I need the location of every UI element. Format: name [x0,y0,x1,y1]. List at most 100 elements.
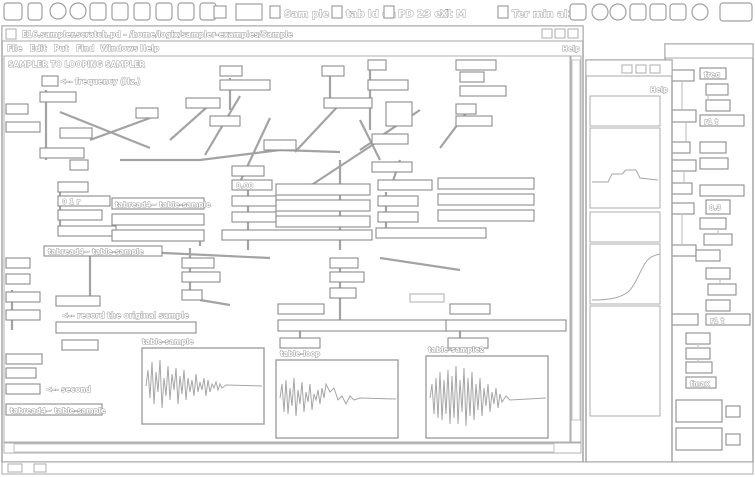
object-box[interactable] [69,159,89,171]
minimize-icon[interactable] [621,64,633,74]
object-box[interactable] [57,209,103,221]
close-icon[interactable] [567,28,579,39]
object-box[interactable] [703,233,733,246]
toggle-box[interactable] [725,433,741,446]
array-panel[interactable] [589,211,661,243]
number-box[interactable] [219,65,243,77]
number-box[interactable] [685,347,711,360]
toggle-box[interactable] [725,405,741,418]
object-box[interactable] [675,399,723,423]
object-box[interactable] [437,209,535,222]
scroll-thumb[interactable] [13,443,555,453]
object-box[interactable] [57,225,117,237]
taskbar-item-sampler[interactable]: Sam ple r [269,5,338,20]
object-box[interactable] [5,367,37,379]
object-box[interactable] [111,229,205,242]
tray-update-icon[interactable] [691,3,709,21]
object-box[interactable] [685,361,713,374]
tray-clock-icon[interactable] [669,3,687,21]
app-menu-icon[interactable] [3,2,23,21]
number-box[interactable] [459,71,485,83]
object-box[interactable] [455,115,493,127]
message-box[interactable] [59,127,93,139]
object-box[interactable] [5,103,29,115]
message-box[interactable] [55,295,101,307]
object-box[interactable] [675,427,723,451]
object-box[interactable] [669,244,697,257]
object-box[interactable] [329,271,365,283]
number-box[interactable] [5,291,41,303]
object-box[interactable] [437,177,535,190]
object-box[interactable] [181,271,221,283]
editor-icon[interactable] [111,2,129,21]
window-list-button[interactable] [7,463,23,473]
object-box[interactable] [377,211,419,223]
menu-find[interactable]: Find [76,44,95,54]
menu-file[interactable]: File [7,44,23,54]
object-box[interactable] [5,309,41,321]
object-box[interactable] [455,59,497,71]
object-box[interactable] [695,249,721,262]
number-box[interactable] [669,141,691,154]
object-box[interactable] [699,217,727,230]
array-panel[interactable] [589,305,661,417]
help-corner[interactable]: Help [562,45,581,54]
workspace-1-button[interactable] [213,5,227,19]
menu-edit[interactable]: Edit [30,44,48,54]
object-box[interactable] [375,227,487,239]
object-box[interactable] [275,183,371,196]
object-box[interactable] [61,339,99,351]
array-panel[interactable] [589,95,661,127]
object-box[interactable] [5,383,41,395]
audio-icon[interactable] [177,2,195,21]
object-box[interactable] [231,211,277,223]
object-box[interactable] [279,337,321,349]
object-box[interactable] [371,133,409,145]
mixer-icon[interactable] [155,2,173,21]
settings-icon[interactable] [133,2,151,21]
close-icon[interactable] [649,64,661,74]
maximize-icon[interactable] [635,64,647,74]
number-box[interactable] [669,69,695,82]
window-list-button[interactable] [33,463,47,473]
array-panel[interactable] [589,127,661,209]
object-box[interactable] [5,121,41,133]
files-icon[interactable] [89,2,107,21]
number-box[interactable] [185,97,221,109]
number-box[interactable] [367,59,387,71]
object-box[interactable] [707,283,737,296]
minimize-icon[interactable] [541,28,553,39]
object-box[interactable] [5,353,43,365]
object-box[interactable] [277,319,449,332]
number-box[interactable] [41,75,59,87]
maximize-icon[interactable] [554,28,566,39]
object-box[interactable] [671,109,697,123]
tray-network-icon[interactable] [591,3,609,21]
browser-icon[interactable] [69,2,87,20]
object-box[interactable] [231,165,265,177]
object-box[interactable] [437,193,535,206]
object-box[interactable] [39,147,85,159]
object-box[interactable] [181,289,203,301]
object-box[interactable] [323,97,373,109]
object-box[interactable] [377,195,419,207]
object-box[interactable] [181,257,215,269]
object-box[interactable] [699,141,727,154]
menu-put[interactable]: Put [54,44,70,54]
object-box[interactable] [445,319,567,332]
object-box[interactable] [449,303,491,315]
object-box[interactable] [367,79,409,91]
number-box[interactable] [671,182,693,195]
object-box[interactable] [275,215,371,228]
message-box[interactable] [263,139,297,151]
number-box[interactable] [321,65,345,77]
object-box[interactable] [5,257,31,269]
menu-help[interactable]: Help [140,44,161,54]
tray-disk-icon[interactable] [569,3,587,21]
object-box[interactable] [329,287,357,299]
object-box[interactable] [705,83,729,96]
object-box[interactable] [111,213,205,226]
object-box[interactable] [671,313,699,326]
menu-windows[interactable]: Windows [100,44,140,54]
message-box[interactable] [377,179,433,191]
